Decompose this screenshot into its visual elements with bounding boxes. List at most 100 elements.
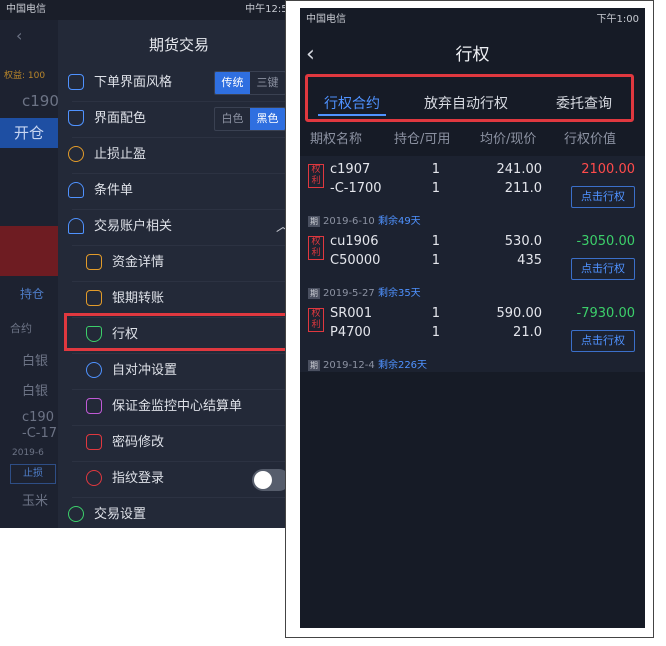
funds-detail-item[interactable]: 资金详情 › [58, 245, 300, 281]
contract-code: c190 [22, 92, 59, 110]
fingerprint-login-row: 指纹登录 [58, 461, 300, 497]
color-white-option[interactable]: 白色 [215, 108, 250, 130]
expiry-line: 期 2019-12-4 剩余226天 [308, 356, 427, 371]
page-title: 行权 [455, 45, 490, 65]
expiry-line: 期 2019-6-10 剩余49天 [308, 212, 421, 227]
tab-position[interactable]: 持仓 [20, 285, 44, 302]
stop-profit-loss-label: 止损止盈 [94, 147, 147, 162]
order-style-toggle: 传统 三键 [214, 71, 286, 95]
toggle-knob [254, 471, 272, 489]
conditional-order-label: 条件单 [94, 183, 134, 198]
right-screen: 中国电信 下午1:00 ‹ 行权 行权合约 放弃自动行权 委托查询 期权名称 持… [300, 8, 645, 628]
exercise-value: 2100.00 [581, 162, 635, 177]
self-hedge-item[interactable]: 自对冲设置 › [58, 353, 300, 389]
margin-statement-item[interactable]: 保证金监控中心结算单 › [58, 389, 300, 425]
col-exercise-value: 行权价值 [564, 132, 617, 147]
avg-price: 590.00 [496, 306, 543, 321]
open-position-button[interactable]: 开仓 [0, 118, 58, 148]
expiry-date: 2019-5-27 [323, 288, 375, 299]
table-row: 权利 c1907 -C-1700 1 1 241.00 211.0 2100.0… [300, 156, 645, 228]
change-password-label: 密码修改 [112, 435, 165, 450]
list-item[interactable]: 白银 [22, 380, 48, 399]
status-carrier: 中国电信 [6, 4, 46, 15]
stop-loss-button[interactable]: 止损 [10, 464, 56, 484]
account-related-label: 交易账户相关 [94, 219, 173, 234]
exercise-button[interactable]: 点击行权 [571, 330, 635, 352]
exercise-value: -7930.00 [576, 306, 635, 321]
left-screen: 中国电信 中午12:59 ‹ 权益: 100 c190 开仓 持仓 合约 白银 … [0, 0, 300, 528]
avail-qty: 1 [431, 325, 440, 340]
funds-icon [86, 254, 102, 270]
stop-icon [68, 146, 84, 162]
col-position: 持仓/可用 [394, 132, 451, 147]
lock-icon [86, 434, 102, 450]
style-traditional-option[interactable]: 传统 [215, 72, 250, 94]
option-strike: -C-1700 [330, 181, 382, 196]
hold-qty: 1 [431, 234, 440, 249]
current-price: 435 [517, 253, 542, 268]
current-price: 21.0 [513, 325, 542, 340]
hold-qty: 1 [431, 306, 440, 321]
order-style-row: 下单界面风格 传统 三键 [58, 65, 300, 101]
back-arrow-icon: ‹ [16, 26, 23, 45]
tabs-highlight-box [305, 74, 634, 122]
table-row: 权利 SR001 P4700 1 1 590.00 21.0 -7930.00 … [300, 300, 645, 372]
status-time: 下午1:00 [596, 14, 639, 25]
sell-area[interactable] [0, 226, 58, 276]
option-code: cu1906 [330, 234, 379, 249]
hedge-icon [86, 362, 102, 378]
list-item[interactable]: 白银 [22, 350, 48, 369]
exercise-button[interactable]: 点击行权 [571, 186, 635, 208]
layout-icon [68, 74, 84, 90]
days-remaining: 剩余226天 [377, 360, 428, 371]
expiry-line: 期 2019-5-27 剩余35天 [308, 284, 421, 299]
fingerprint-login-label: 指纹登录 [112, 471, 165, 486]
avg-price: 530.0 [504, 234, 542, 249]
style-three-key-option[interactable]: 三键 [250, 72, 285, 94]
stop-profit-loss-item[interactable]: 止损止盈 › [58, 137, 300, 173]
list-item[interactable]: c190 [22, 410, 54, 425]
col-contract: 合约 [10, 322, 32, 335]
shirt-icon [68, 110, 84, 126]
change-password-item[interactable]: 密码修改 › [58, 425, 300, 461]
color-black-option[interactable]: 黑色 [250, 108, 285, 130]
list-item[interactable]: 玉米 [22, 490, 48, 509]
expiry-date: 2019-12-4 [323, 360, 375, 371]
trade-settings-item[interactable]: 交易设置 › [58, 497, 300, 528]
funds-detail-label: 资金详情 [112, 255, 165, 270]
user-icon [68, 218, 84, 234]
right-tag: 权利 [308, 236, 324, 260]
option-strike: P4700 [330, 325, 371, 340]
background-page: ‹ 权益: 100 c190 开仓 持仓 合约 白银 白银 c190 -C-17… [0, 20, 59, 528]
right-tag: 权利 [308, 308, 324, 332]
expiry-icon: 期 [308, 216, 320, 227]
cloud-icon [68, 182, 84, 198]
color-scheme-label: 界面配色 [94, 111, 147, 126]
fingerprint-icon [86, 470, 102, 486]
calendar-icon [86, 398, 102, 414]
exercise-button[interactable]: 点击行权 [571, 258, 635, 280]
order-style-label: 下单界面风格 [94, 75, 173, 90]
current-price: 211.0 [504, 181, 542, 196]
trade-settings-label: 交易设置 [94, 507, 147, 522]
account-related-item[interactable]: 交易账户相关 ︿ [58, 209, 300, 245]
right-tag: 权利 [308, 164, 324, 188]
hold-qty: 1 [431, 162, 440, 177]
option-code: SR001 [330, 306, 373, 321]
avail-qty: 1 [431, 181, 440, 196]
days-remaining: 剩余35天 [377, 288, 421, 299]
expiry-icon: 期 [308, 360, 320, 371]
status-carrier: 中国电信 [306, 14, 346, 25]
option-strike: C50000 [330, 253, 381, 268]
bank-transfer-item[interactable]: 银期转账 › [58, 281, 300, 317]
menu-title: 期货交易 [148, 36, 209, 54]
days-remaining: 剩余49天 [377, 216, 421, 227]
conditional-order-item[interactable]: 条件单 › [58, 173, 300, 209]
expiry-icon: 期 [308, 288, 320, 299]
color-scheme-toggle: 白色 黑色 [214, 107, 286, 131]
list-item[interactable]: -C-17 [22, 426, 57, 441]
exercise-value: -3050.00 [576, 234, 635, 249]
exercise-highlight-box [64, 313, 296, 351]
transfer-icon [86, 290, 102, 306]
col-option-name: 期权名称 [310, 132, 363, 147]
